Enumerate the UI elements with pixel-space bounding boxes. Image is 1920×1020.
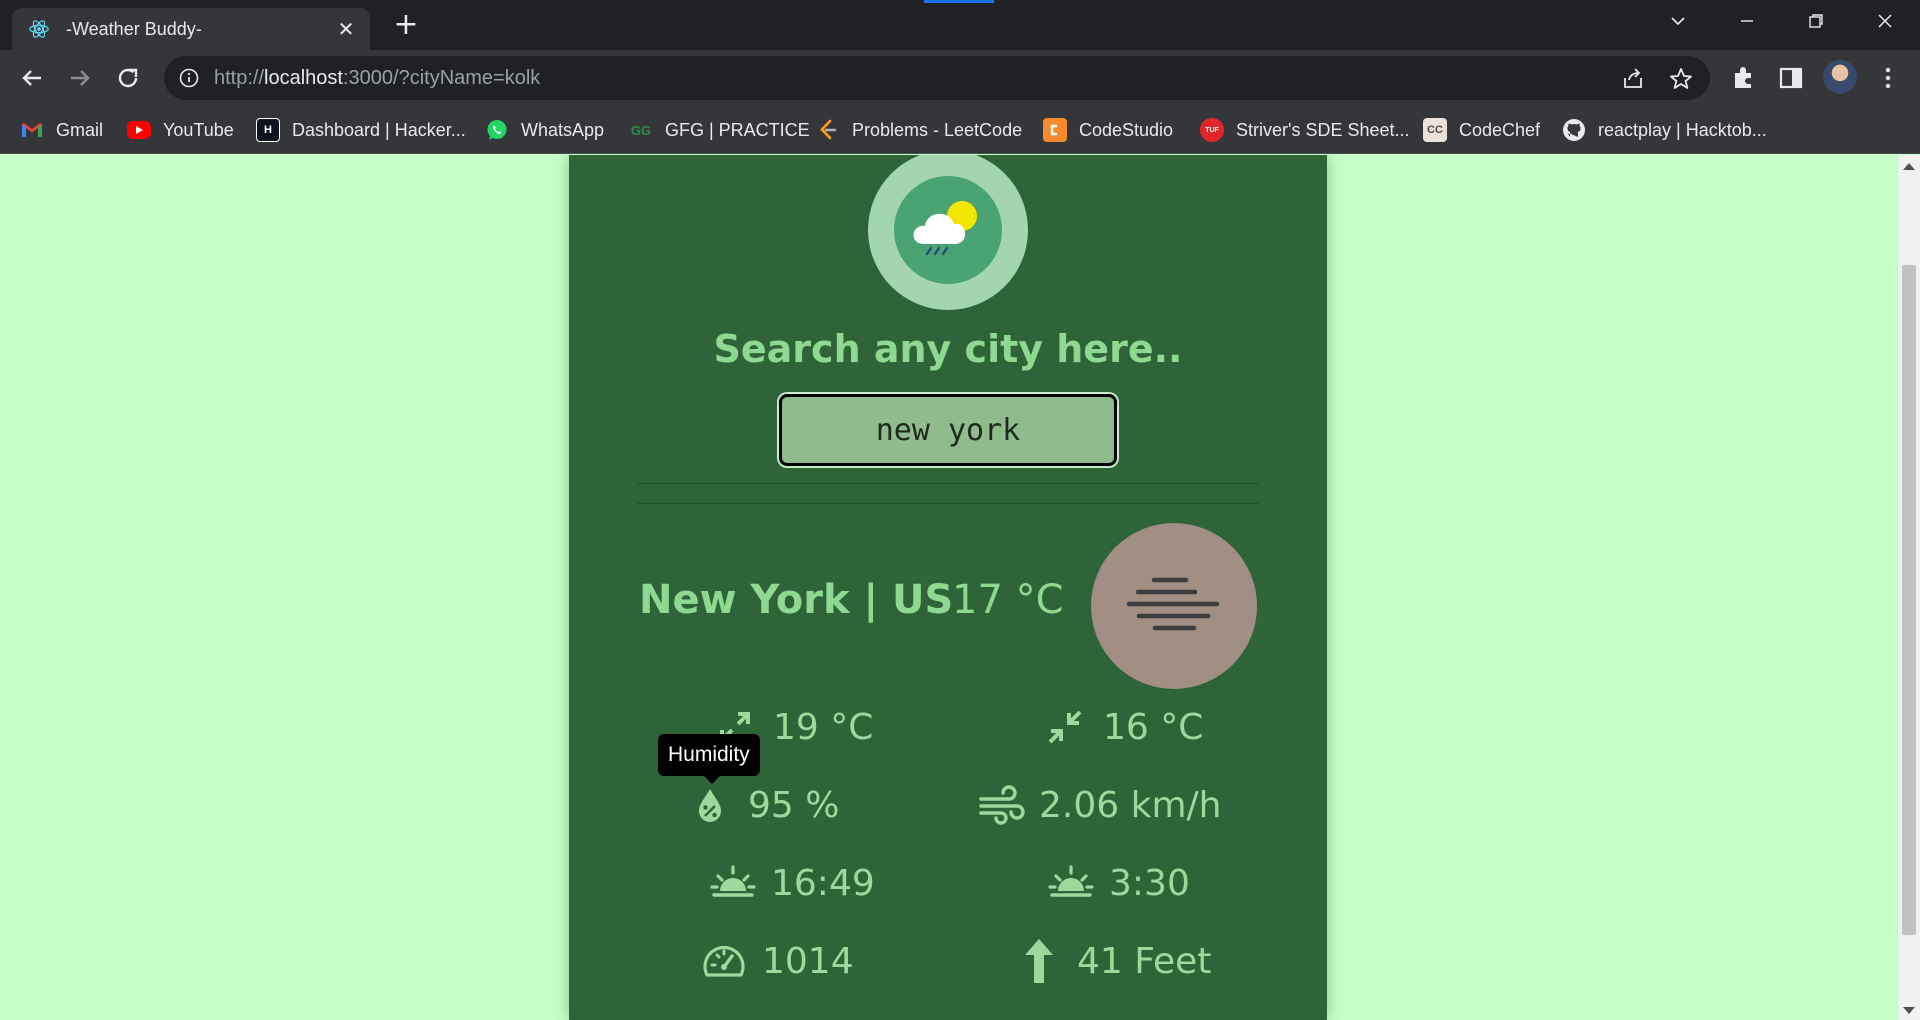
stat-temp-min: 16 °C xyxy=(1041,703,1203,751)
humidity-drop-icon[interactable] xyxy=(686,781,734,829)
forward-icon[interactable] xyxy=(64,62,96,94)
scroll-thumb[interactable] xyxy=(1902,265,1916,935)
leetcode-icon xyxy=(820,119,837,140)
gauge-icon xyxy=(700,937,748,985)
stat-sea-level: 41 Feet xyxy=(1015,937,1211,985)
stat-wind: 2.06 km/h xyxy=(977,781,1221,829)
tab-weather-buddy[interactable]: -Weather Buddy- ✕ xyxy=(12,8,370,50)
mist-icon xyxy=(1126,577,1220,631)
city-name: New York | US xyxy=(639,577,954,623)
hackerrank-icon: H xyxy=(256,118,280,142)
scroll-down-arrow-icon[interactable] xyxy=(1903,1007,1915,1014)
page-scrollbar[interactable] xyxy=(1898,155,1920,1020)
side-panel-icon[interactable] xyxy=(1777,64,1805,92)
stat-pressure: 1014 xyxy=(700,937,854,985)
back-icon[interactable] xyxy=(16,62,48,94)
gmail-icon xyxy=(22,123,42,137)
bookmark-leetcode[interactable]: Problems - LeetCode xyxy=(816,116,1022,144)
extensions-icon[interactable] xyxy=(1730,64,1758,92)
whatsapp-icon xyxy=(487,120,507,140)
reload-icon[interactable] xyxy=(112,62,144,94)
humidity-tooltip: Humidity xyxy=(658,734,760,784)
close-window-icon[interactable] xyxy=(1862,8,1908,38)
url-text[interactable]: http://localhost:3000/?cityName=kolk xyxy=(214,67,540,90)
profile-avatar[interactable] xyxy=(1823,60,1857,94)
cloud-sun-rain-icon xyxy=(913,201,977,256)
weather-condition-bubble xyxy=(1091,523,1257,689)
codechef-icon: CC xyxy=(1423,118,1447,142)
weather-card: Search any city here.. New York | US 17 … xyxy=(569,155,1327,1020)
youtube-icon xyxy=(127,121,151,139)
search-box[interactable] xyxy=(779,394,1117,466)
divider xyxy=(637,503,1259,504)
bookmark-whatsapp[interactable]: WhatsApp xyxy=(485,116,604,144)
bookmark-codechef[interactable]: CC CodeChef xyxy=(1423,116,1540,144)
menu-kebab-icon[interactable] xyxy=(1874,64,1902,92)
share-icon[interactable] xyxy=(1620,66,1646,92)
city-search-input[interactable] xyxy=(782,397,1114,463)
github-icon xyxy=(1563,119,1585,141)
tab-loading-indicator xyxy=(924,0,994,3)
bookmark-striver[interactable]: TUF Striver's SDE Sheet... xyxy=(1200,116,1410,144)
sunrise-icon xyxy=(709,859,757,907)
tab-close-icon[interactable]: ✕ xyxy=(334,17,358,41)
bookmark-gmail[interactable]: Gmail xyxy=(20,116,103,144)
stat-humidity: 95 % xyxy=(686,781,839,829)
search-heading: Search any city here.. xyxy=(713,327,1183,371)
new-tab-button[interactable]: + xyxy=(390,10,422,42)
stat-sunrise: 16:49 xyxy=(709,859,875,907)
site-info-icon[interactable] xyxy=(178,67,200,89)
bookmark-star-icon[interactable] xyxy=(1668,66,1694,92)
page-viewport: Search any city here.. New York | US 17 … xyxy=(0,155,1920,1020)
bookmark-youtube[interactable]: YouTube xyxy=(127,116,234,144)
bookmarks-bar: Gmail YouTube H Dashboard | Hacker... Wh… xyxy=(0,106,1920,154)
tab-title: -Weather Buddy- xyxy=(66,19,202,39)
tab-search-icon[interactable] xyxy=(1655,8,1701,38)
react-icon xyxy=(29,20,49,38)
stat-sunset: 3:30 xyxy=(1047,859,1190,907)
bookmark-gfg[interactable]: GG GFG | PRACTICE xyxy=(629,116,810,144)
sunset-icon xyxy=(1047,859,1095,907)
bookmark-hackerrank[interactable]: H Dashboard | Hacker... xyxy=(256,116,466,144)
restore-icon[interactable] xyxy=(1793,8,1839,38)
tuf-icon: TUF xyxy=(1200,118,1224,142)
tab-bar: -Weather Buddy- ✕ + xyxy=(0,0,1920,50)
app-logo xyxy=(868,155,1028,310)
bookmark-reactplay[interactable]: reactplay | Hacktob... xyxy=(1562,116,1767,144)
scroll-up-arrow-icon[interactable] xyxy=(1903,163,1915,170)
address-bar[interactable]: http://localhost:3000/?cityName=kolk xyxy=(164,56,1710,100)
arrow-up-icon xyxy=(1015,937,1063,985)
minimize-icon[interactable] xyxy=(1724,8,1770,38)
compress-arrows-icon xyxy=(1041,703,1089,751)
codestudio-icon xyxy=(1043,118,1067,142)
divider xyxy=(637,483,1259,484)
browser-toolbar: http://localhost:3000/?cityName=kolk xyxy=(0,50,1920,106)
wind-icon xyxy=(977,781,1025,829)
current-temperature: 17 °C xyxy=(952,577,1064,623)
bookmark-codestudio[interactable]: CodeStudio xyxy=(1043,116,1173,144)
gfg-icon: GG xyxy=(630,122,652,138)
